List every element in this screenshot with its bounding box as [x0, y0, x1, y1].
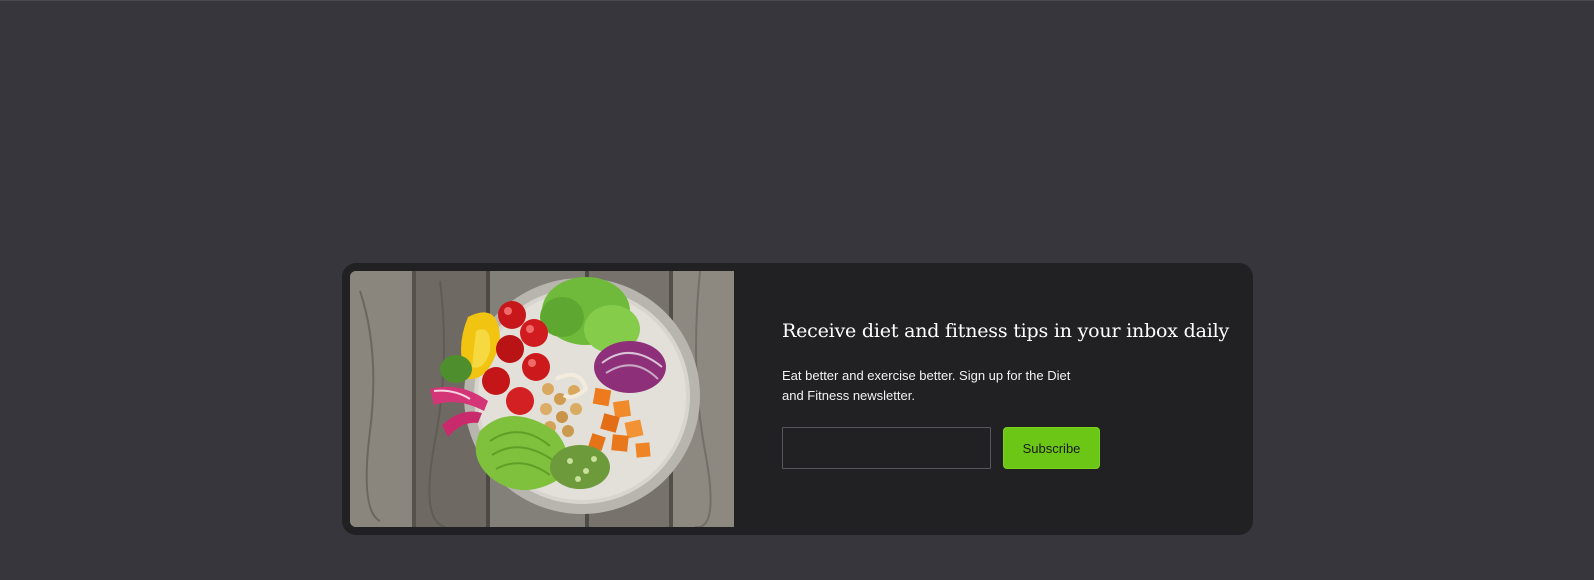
- email-input[interactable]: [782, 427, 991, 469]
- newsletter-content: Receive diet and fitness tips in your in…: [734, 271, 1245, 527]
- subscribe-button[interactable]: Subscribe: [1003, 427, 1100, 469]
- newsletter-card: Receive diet and fitness tips in your in…: [342, 263, 1253, 535]
- salad-bowl-image: [350, 271, 734, 527]
- newsletter-title: Receive diet and fitness tips in your in…: [782, 320, 1230, 342]
- top-divider: [0, 0, 1594, 1]
- newsletter-description: Eat better and exercise better. Sign up …: [782, 368, 1071, 403]
